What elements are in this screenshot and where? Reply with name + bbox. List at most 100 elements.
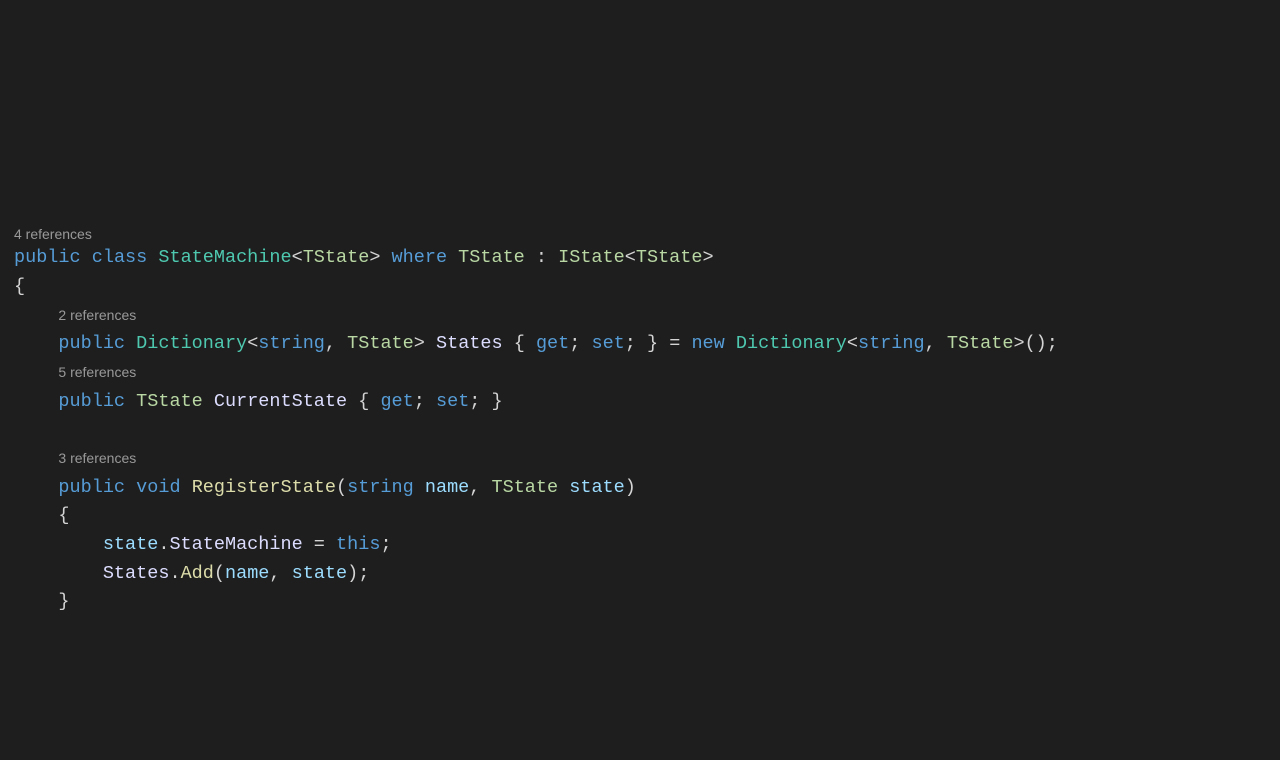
space [680, 333, 691, 354]
space [81, 247, 92, 268]
space [125, 333, 136, 354]
keyword-this: this [336, 534, 380, 555]
comma: , [925, 333, 936, 354]
space [125, 391, 136, 412]
code-line-class-decl[interactable]: public class StateMachine<TState> where … [14, 244, 1280, 273]
code-editor[interactable]: 4 referencespublic class StateMachine<TS… [14, 225, 1280, 617]
semicolon: ; [569, 333, 580, 354]
codelens-currentstate-references[interactable]: 5 references [58, 364, 136, 380]
keyword-get: get [380, 391, 413, 412]
space [414, 477, 425, 498]
keyword-set: set [436, 391, 469, 412]
space [547, 247, 558, 268]
keyword-get: get [536, 333, 569, 354]
space [125, 477, 136, 498]
angle-open: < [625, 247, 636, 268]
code-line-state-statemachine[interactable]: state.StateMachine = this; [14, 531, 1280, 560]
space [303, 534, 314, 555]
angle-close: > [414, 333, 425, 354]
space [636, 333, 647, 354]
equals: = [314, 534, 325, 555]
property-currentstate: CurrentState [214, 391, 347, 412]
space [425, 391, 436, 412]
type-param-tstate: TState [947, 333, 1014, 354]
code-line-states-add[interactable]: States.Add(name, state); [14, 560, 1280, 589]
paren-open: ( [336, 477, 347, 498]
code-line-currentstate-prop[interactable]: public TState CurrentState { get; set; } [14, 388, 1280, 417]
type-param-tstate: TState [636, 247, 703, 268]
space [525, 247, 536, 268]
semicolon: ; [414, 391, 425, 412]
space [503, 333, 514, 354]
space [725, 333, 736, 354]
space [281, 563, 292, 584]
method-add: Add [181, 563, 214, 584]
code-line-open-brace[interactable]: { [14, 273, 1280, 302]
brace-open: { [14, 276, 25, 297]
brace-close: } [492, 391, 503, 412]
code-line-codelens-states[interactable]: 2 references [14, 302, 1280, 331]
semicolon: ; [469, 391, 480, 412]
keyword-public: public [58, 333, 125, 354]
property-statemachine: StateMachine [169, 534, 302, 555]
method-registerstate: RegisterState [192, 477, 336, 498]
type-dictionary: Dictionary [736, 333, 847, 354]
codelens-states-references[interactable]: 2 references [58, 307, 136, 323]
code-line-method-open-brace[interactable]: { [14, 502, 1280, 531]
space [380, 247, 391, 268]
space [425, 333, 436, 354]
semicolon: ; [625, 333, 636, 354]
space [480, 477, 491, 498]
angle-close: > [369, 247, 380, 268]
code-line-method-close-brace[interactable]: } [14, 588, 1280, 617]
equals: = [669, 333, 680, 354]
semicolon: ; [358, 563, 369, 584]
keyword-string: string [858, 333, 925, 354]
space [580, 333, 591, 354]
keyword-public: public [58, 391, 125, 412]
keyword-set: set [591, 333, 624, 354]
code-line-codelens-registerstate[interactable]: 3 references [14, 445, 1280, 474]
type-param-tstate: TState [303, 247, 370, 268]
param-name: name [225, 563, 269, 584]
brace-open: { [358, 391, 369, 412]
space [347, 391, 358, 412]
dot: . [169, 563, 180, 584]
colon: : [536, 247, 547, 268]
keyword-public: public [58, 477, 125, 498]
type-param-tstate: TState [136, 391, 203, 412]
paren-close: ) [625, 477, 636, 498]
paren-open: ( [214, 563, 225, 584]
space [447, 247, 458, 268]
type-statemachine: StateMachine [158, 247, 291, 268]
comma: , [269, 563, 280, 584]
property-states: States [436, 333, 503, 354]
parens: () [1025, 333, 1047, 354]
space [325, 534, 336, 555]
keyword-class: class [92, 247, 148, 268]
type-param-tstate: TState [458, 247, 525, 268]
code-line-states-prop[interactable]: public Dictionary<string, TState> States… [14, 330, 1280, 359]
keyword-where: where [392, 247, 448, 268]
dot: . [158, 534, 169, 555]
codelens-class-references[interactable]: 4 references [14, 225, 1280, 245]
comma: , [469, 477, 480, 498]
type-param-tstate: TState [347, 333, 414, 354]
space [181, 477, 192, 498]
space [558, 477, 569, 498]
angle-open: < [247, 333, 258, 354]
space [336, 333, 347, 354]
param-state: state [103, 534, 159, 555]
semicolon: ; [1047, 333, 1058, 354]
type-param-tstate: TState [492, 477, 559, 498]
code-line-codelens-currentstate[interactable]: 5 references [14, 359, 1280, 388]
code-line-registerstate-method[interactable]: public void RegisterState(string name, T… [14, 474, 1280, 503]
codelens-registerstate-references[interactable]: 3 references [58, 450, 136, 466]
keyword-string: string [258, 333, 325, 354]
space [936, 333, 947, 354]
brace-open: { [58, 505, 69, 526]
angle-close: > [702, 247, 713, 268]
space [658, 333, 669, 354]
paren-close: ) [347, 563, 358, 584]
code-line-blank[interactable] [14, 416, 1280, 445]
